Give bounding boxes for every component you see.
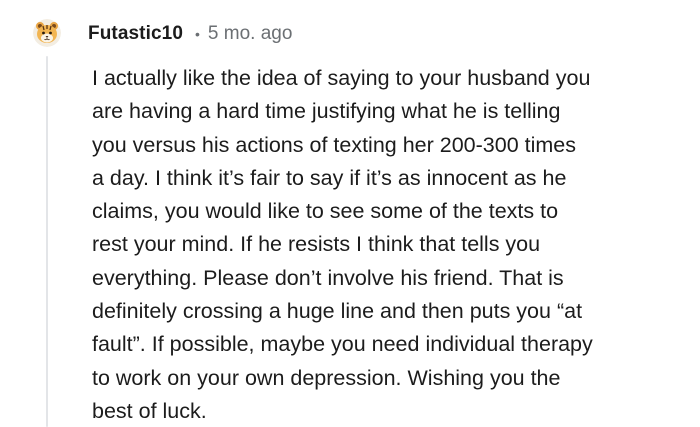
comment-body-line: are having a hard time justifying what h…	[92, 99, 561, 124]
comment-body-line: definitely crossing a huge line and then…	[92, 299, 583, 324]
comment-body: I actually like the idea of saying to yo…	[92, 62, 672, 427]
comment-body-line: I actually like the idea of saying to yo…	[92, 66, 591, 90]
author-username[interactable]: Futastic10	[88, 23, 183, 45]
comment-body-line: claims, you would like to see some of th…	[92, 199, 559, 224]
comment-age: 5 mo. ago	[207, 23, 293, 44]
user-avatar[interactable]	[33, 19, 61, 47]
comment: Futastic10 • 5 mo. ago I actually like t…	[0, 0, 700, 427]
tiger-avatar-icon	[33, 19, 61, 47]
comment-body-line: you versus his actions of texting her 20…	[92, 132, 577, 157]
comment-body-line: best of luck.	[92, 398, 207, 423]
comment-body-line: a day. I think it’s fair to say if it’s …	[92, 165, 567, 190]
comment-body-line: to work on your own depression. Wishing …	[92, 365, 561, 390]
comment-body-line: everything. Please don’t involve his fri…	[92, 265, 564, 290]
comment-body-line: fault”. If possible, maybe you need indi…	[92, 332, 593, 357]
comment-body-line: rest your mind. If he resists I think th…	[92, 232, 541, 257]
comment-meta: Futastic10 • 5 mo. ago	[88, 21, 292, 47]
meta-separator: •	[194, 26, 200, 42]
thread-collapse-line[interactable]	[46, 56, 48, 427]
